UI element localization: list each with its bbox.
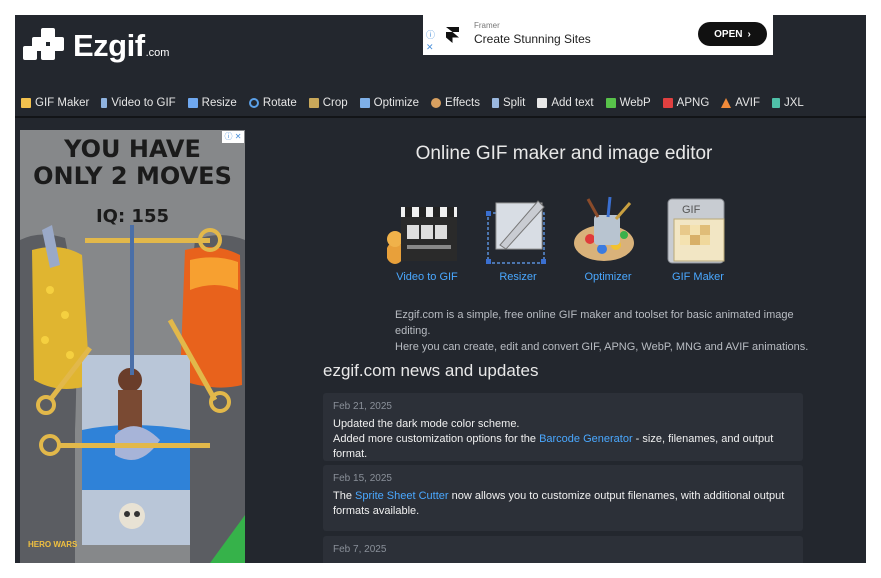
news-date: Feb 7, 2025 — [333, 544, 387, 555]
nav-rotate[interactable]: Rotate — [248, 97, 297, 109]
rotate-icon — [248, 98, 259, 108]
nav-jxl[interactable]: JXL — [771, 97, 804, 109]
nav-effects[interactable]: Effects — [431, 97, 480, 109]
clapperboard-icon — [386, 195, 467, 267]
ad-brand: HERO WARS — [28, 540, 78, 549]
ad-open-button[interactable]: OPEN › — [698, 22, 767, 46]
logo-mark-icon — [23, 28, 69, 64]
side-banner-ad[interactable]: YOU HAVE ONLY 2 MOVES IQ: 155 ⓘ ✕ HERO WA… — [20, 130, 245, 563]
webp-icon — [605, 98, 616, 108]
nav-add-text[interactable]: Add text — [537, 97, 594, 109]
ezgif-logo[interactable]: Ezgif .com — [23, 25, 183, 67]
optimize-icon — [359, 98, 370, 108]
add-text-icon — [537, 98, 548, 108]
news-text: Updated the dark mode color scheme. — [333, 418, 520, 430]
nav-crop[interactable]: Crop — [308, 97, 348, 109]
ad-info-icon[interactable]: ⓘ ✕ — [426, 29, 435, 53]
resize-icon — [187, 98, 198, 108]
ad-headline: Create Stunning Sites — [474, 32, 591, 46]
news-text: formats available. — [333, 505, 420, 517]
nav-resize[interactable]: Resize — [187, 97, 237, 109]
nav-webp[interactable]: WebP — [605, 97, 651, 109]
tool-gif-maker[interactable]: GIF GIF Maker — [658, 195, 738, 283]
ad-score: IQ: 155 — [95, 206, 170, 227]
top-banner-ad[interactable]: ⓘ ✕ Framer Create Stunning Sites OPEN › — [423, 15, 773, 55]
gif-stack-icon: GIF — [658, 195, 738, 267]
tool-resizer[interactable]: Resizer — [478, 195, 558, 283]
tool-label: Optimizer — [584, 271, 632, 283]
intro-text: Ezgif.com is a simple, free online GIF m… — [395, 309, 809, 353]
news-item: Feb 15, 2025 The Sprite Sheet Cutter now… — [323, 465, 803, 531]
split-icon — [491, 98, 499, 108]
news-item: Feb 7, 2025 — [323, 536, 803, 563]
news-text: Added more customization options for the… — [333, 433, 774, 460]
tool-label: GIF Maker — [672, 271, 724, 283]
apng-icon — [662, 98, 673, 108]
effects-icon — [431, 98, 442, 108]
nav-divider — [15, 116, 866, 118]
ad-brand: Framer — [474, 21, 500, 30]
paint-palette-icon — [568, 195, 648, 267]
nav-split[interactable]: Split — [491, 97, 525, 109]
nav-apng[interactable]: APNG — [662, 97, 709, 109]
nav-optimize[interactable]: Optimize — [359, 97, 419, 109]
news-date: Feb 21, 2025 — [333, 401, 392, 412]
logo-tld: .com — [145, 47, 170, 59]
ad-headline: YOU HAVE ONLY 2 MOVES — [33, 135, 232, 190]
nav-avif[interactable]: AVIF — [721, 97, 760, 109]
news-title: ezgif.com news and updates — [323, 361, 539, 380]
video-icon — [101, 98, 108, 108]
crop-icon — [308, 98, 319, 108]
nav-gif-maker[interactable]: GIF Maker — [21, 97, 89, 109]
chevron-right-icon: › — [747, 28, 751, 40]
page-frame: Ezgif .com ⓘ ✕ Framer Create Stunning Si… — [15, 15, 866, 563]
gif-maker-icon — [21, 98, 31, 108]
svg-text:GIF: GIF — [682, 204, 701, 216]
ad-choices-icon[interactable]: ⓘ ✕ — [222, 131, 244, 143]
barcode-generator-link[interactable]: Barcode Generator — [539, 433, 633, 445]
game-ad-artwork — [20, 130, 245, 563]
tool-label: Resizer — [499, 271, 537, 283]
news-text: The Sprite Sheet Cutter now allows you t… — [333, 490, 785, 502]
ad-close-icon: ✕ — [426, 42, 434, 52]
news-date: Feb 15, 2025 — [333, 473, 392, 484]
sprite-sheet-cutter-link[interactable]: Sprite Sheet Cutter — [355, 490, 449, 502]
main-nav: GIF Maker Video to GIF Resize Rotate Cro… — [21, 93, 816, 113]
tool-video-to-gif[interactable]: Video to GIF — [386, 195, 467, 283]
tool-label: Video to GIF — [396, 271, 458, 283]
nav-video-to-gif[interactable]: Video to GIF — [101, 97, 176, 109]
resizer-icon — [478, 195, 558, 267]
avif-icon — [721, 98, 732, 108]
framer-logo-icon — [446, 27, 459, 43]
page-title: Online GIF maker and image editor — [415, 143, 713, 164]
news-item: Feb 21, 2025 Updated the dark mode color… — [323, 393, 803, 461]
jxl-icon — [771, 98, 780, 108]
tool-optimizer[interactable]: Optimizer — [568, 195, 648, 283]
logo-text: Ezgif — [73, 28, 145, 63]
